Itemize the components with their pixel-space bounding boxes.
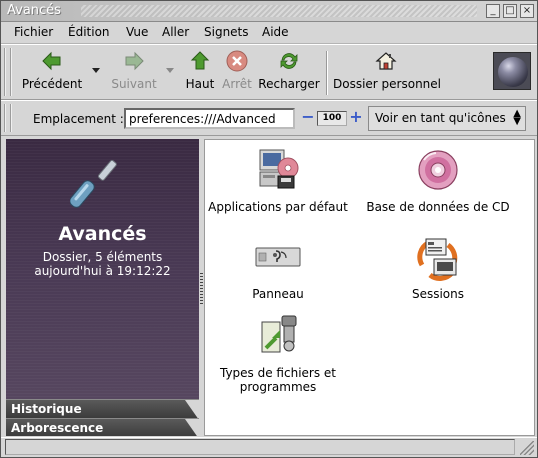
stop-icon bbox=[226, 50, 248, 72]
item-default-applications[interactable]: Applications par défaut bbox=[208, 146, 348, 214]
sidebar-tab-arborescence[interactable]: Arborescence bbox=[6, 418, 199, 436]
stop-label: Arrêt bbox=[222, 77, 252, 91]
stop-button[interactable]: Arrêt bbox=[220, 49, 254, 97]
reload-icon bbox=[280, 53, 298, 69]
back-history-dropdown-icon[interactable] bbox=[92, 68, 100, 73]
up-label: Haut bbox=[185, 77, 215, 91]
minimize-button[interactable]: _ bbox=[486, 4, 500, 18]
view-mode-select[interactable]: Voir en tant qu'icônes ▲ ▼ bbox=[368, 106, 526, 131]
forward-button[interactable]: Suivant bbox=[104, 49, 164, 97]
item-label: Sessions bbox=[411, 287, 465, 301]
menu-aide[interactable]: Aide bbox=[262, 25, 289, 39]
home-label: Dossier personnel bbox=[333, 77, 442, 91]
location-bar-handle[interactable] bbox=[4, 104, 12, 132]
item-sessions[interactable]: Sessions bbox=[358, 233, 518, 301]
zoom-out-icon[interactable]: − bbox=[301, 109, 315, 125]
location-label: Emplacement : bbox=[33, 112, 124, 126]
up-button[interactable]: Haut bbox=[183, 49, 217, 97]
menu-signets[interactable]: Signets bbox=[204, 25, 249, 39]
item-label: Panneau bbox=[252, 287, 304, 301]
forward-arrow-icon bbox=[125, 51, 144, 71]
up-arrow-icon bbox=[190, 51, 210, 70]
resize-grip-icon[interactable] bbox=[520, 441, 534, 455]
sidebar-folder-date: aujourd'hui à 19:12:22 bbox=[34, 264, 171, 278]
item-label: Base de données de CD bbox=[366, 200, 510, 214]
item-file-types[interactable]: Types de fichiers et programmes bbox=[208, 312, 348, 394]
home-button[interactable]: Dossier personnel bbox=[333, 49, 442, 97]
title-grip bbox=[81, 5, 477, 17]
back-label: Précédent bbox=[21, 77, 83, 91]
menu-edition[interactable]: Édition bbox=[68, 25, 110, 39]
item-cd-database[interactable]: Base de données de CD bbox=[358, 146, 518, 214]
status-bar bbox=[1, 437, 537, 457]
spin-arrows-icon: ▲ ▼ bbox=[513, 108, 521, 127]
zoom-level[interactable]: 100 bbox=[317, 111, 347, 126]
toolbar-separator bbox=[326, 51, 328, 95]
forward-history-dropdown-icon[interactable] bbox=[166, 68, 174, 73]
file-manager-window: Avancés _ □ × Fichier Édition Vue Aller … bbox=[0, 0, 538, 458]
item-label: Applications par défaut bbox=[208, 200, 348, 214]
sidebar-folder-title: Avancés bbox=[58, 223, 147, 245]
reload-label: Recharger bbox=[258, 77, 320, 91]
status-field bbox=[5, 439, 515, 455]
item-panel[interactable]: Panneau bbox=[208, 233, 348, 301]
toolbar: Précédent Suivant Haut Arrêt Recharger D… bbox=[1, 44, 537, 100]
title-bar[interactable]: Avancés _ □ × bbox=[1, 1, 537, 22]
sidebar-folder-info: Dossier, 5 éléments bbox=[42, 250, 163, 264]
item-label: Types de fichiers et programmes bbox=[219, 366, 336, 394]
zoom-in-icon[interactable]: + bbox=[349, 109, 363, 125]
cd-database-icon bbox=[418, 150, 458, 190]
menu-bar: Fichier Édition Vue Aller Signets Aide bbox=[1, 22, 537, 44]
close-button[interactable]: × bbox=[520, 4, 534, 18]
menu-fichier[interactable]: Fichier bbox=[14, 25, 53, 39]
icon-view: Applications par défaut Base de données … bbox=[204, 139, 535, 436]
location-input[interactable] bbox=[124, 108, 295, 129]
home-icon bbox=[375, 52, 397, 70]
screwdriver-icon bbox=[70, 159, 117, 208]
reload-button[interactable]: Recharger bbox=[257, 49, 321, 97]
forward-label: Suivant bbox=[111, 77, 157, 91]
window-title: Avancés bbox=[7, 3, 61, 18]
location-bar: Emplacement : − 100 + Voir en tant qu'ic… bbox=[1, 100, 537, 136]
default-applications-icon bbox=[259, 149, 299, 189]
menu-vue[interactable]: Vue bbox=[126, 25, 148, 39]
sidebar-tab-historique[interactable]: Historique bbox=[6, 399, 199, 420]
back-button[interactable]: Précédent bbox=[19, 49, 85, 97]
sidebar: Avancés Dossier, 5 éléments aujourd'hui … bbox=[6, 139, 199, 436]
back-arrow-icon bbox=[42, 51, 61, 71]
file-types-icon bbox=[261, 315, 297, 353]
view-mode-label: Voir en tant qu'icônes bbox=[375, 111, 506, 125]
maximize-button[interactable]: □ bbox=[503, 4, 517, 18]
panel-icon bbox=[255, 247, 301, 267]
throbber-icon bbox=[493, 52, 531, 90]
menu-aller[interactable]: Aller bbox=[162, 25, 189, 39]
sessions-icon bbox=[417, 238, 458, 281]
toolbar-handle[interactable] bbox=[4, 48, 12, 96]
